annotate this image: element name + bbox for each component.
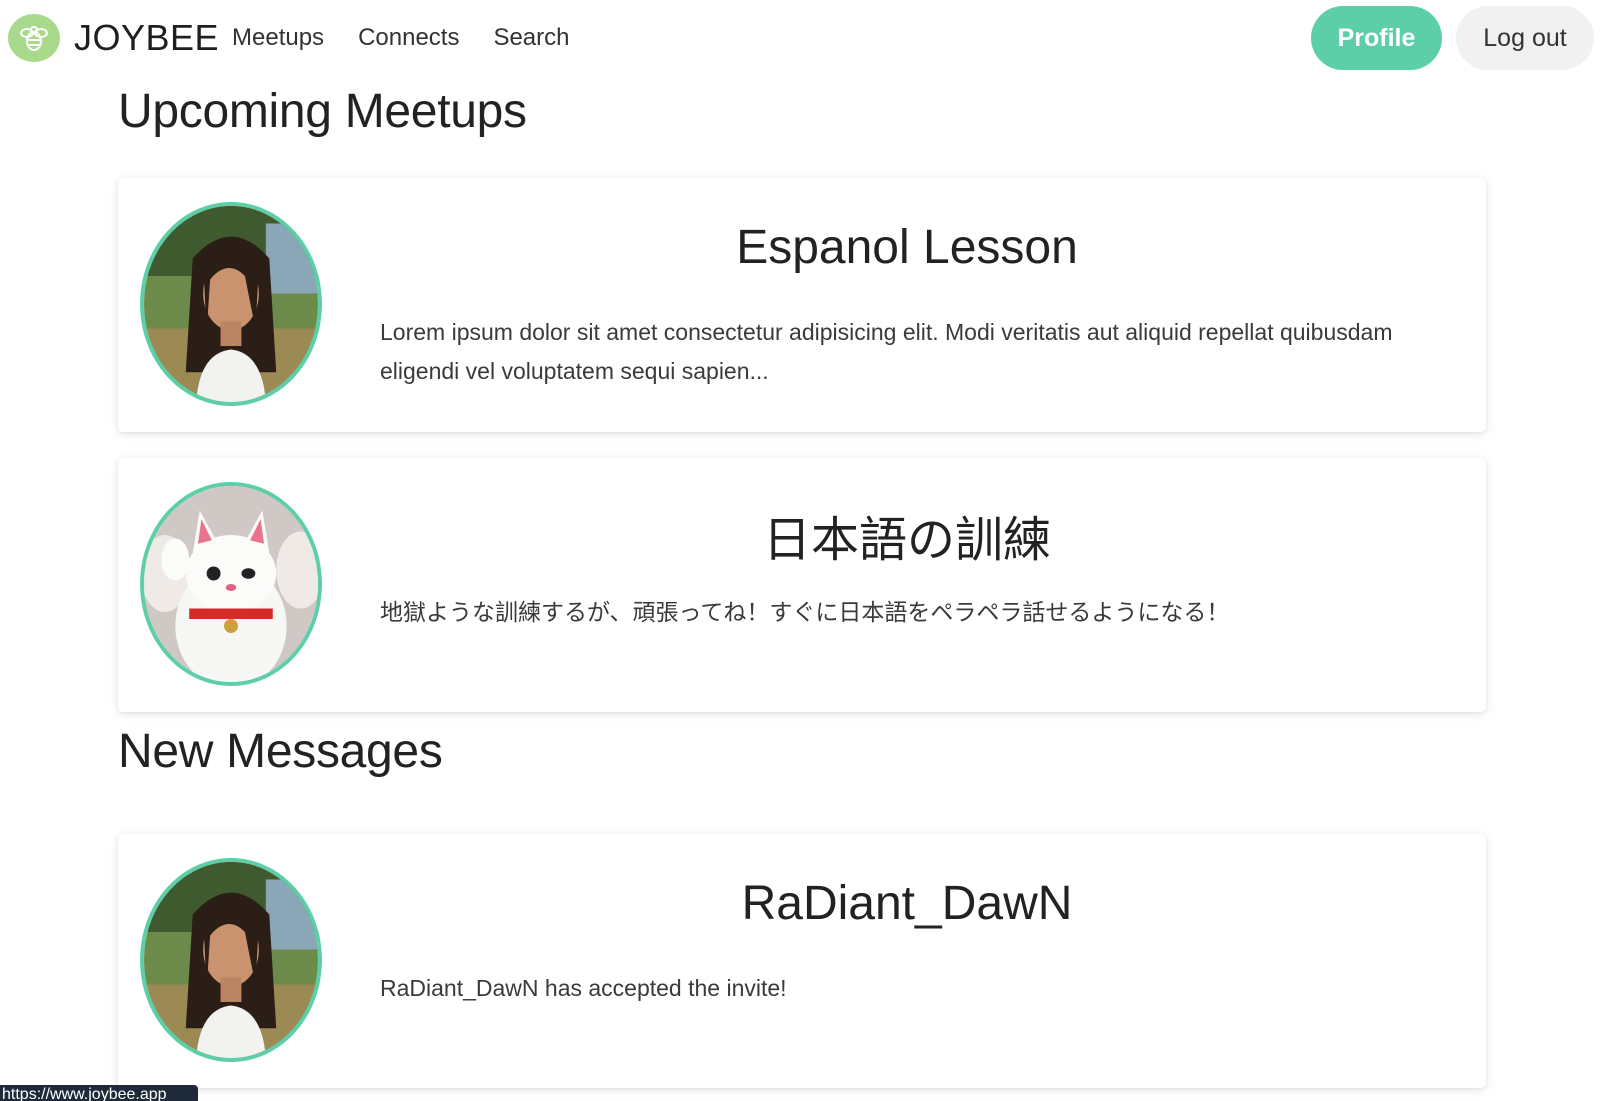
logout-button[interactable]: Log out — [1456, 6, 1594, 70]
navbar: JOYBEE Meetups Connects Search Profile L… — [0, 0, 1600, 78]
status-bar-url: https://www.joybee.app — [0, 1085, 198, 1101]
meetup-title: 日本語の訓練 — [762, 514, 1051, 567]
meetup-card[interactable]: Espanol Lesson Lorem ipsum dolor sit ame… — [118, 178, 1486, 432]
nav-link-connects[interactable]: Connects — [358, 24, 459, 52]
brand-link[interactable]: JOYBEE — [8, 14, 219, 62]
meetup-description: 地獄ような訓練するが、頑張ってね！すぐに日本語をペラペラ話せるようになる！ — [380, 599, 1230, 625]
nav-link-search[interactable]: Search — [493, 24, 569, 52]
new-messages-title: New Messages — [118, 725, 443, 778]
meetup-description: Lorem ipsum dolor sit amet consectetur a… — [380, 319, 1393, 384]
brand-name: JOYBEE — [74, 17, 220, 58]
woman-portrait-avatar — [140, 202, 322, 406]
profile-button[interactable]: Profile — [1311, 6, 1442, 70]
meetup-card[interactable]: 日本語の訓練 地獄ような訓練するが、頑張ってね！すぐに日本語をペラペラ話せるよう… — [118, 458, 1486, 712]
woman-portrait-avatar — [140, 858, 322, 1062]
meetup-title: Espanol Lesson — [736, 221, 1078, 274]
message-sender: RaDiant_DawN — [741, 877, 1073, 930]
message-card[interactable]: RaDiant_DawN RaDiant_DawN has accepted t… — [118, 834, 1486, 1088]
message-text: RaDiant_DawN has accepted the invite! — [380, 975, 787, 1001]
nav-links: Meetups Connects Search — [232, 24, 570, 52]
nav-link-meetups[interactable]: Meetups — [232, 24, 324, 52]
lucky-cat-avatar — [140, 482, 322, 686]
upcoming-meetups-title: Upcoming Meetups — [118, 85, 527, 138]
bee-icon — [8, 14, 60, 62]
